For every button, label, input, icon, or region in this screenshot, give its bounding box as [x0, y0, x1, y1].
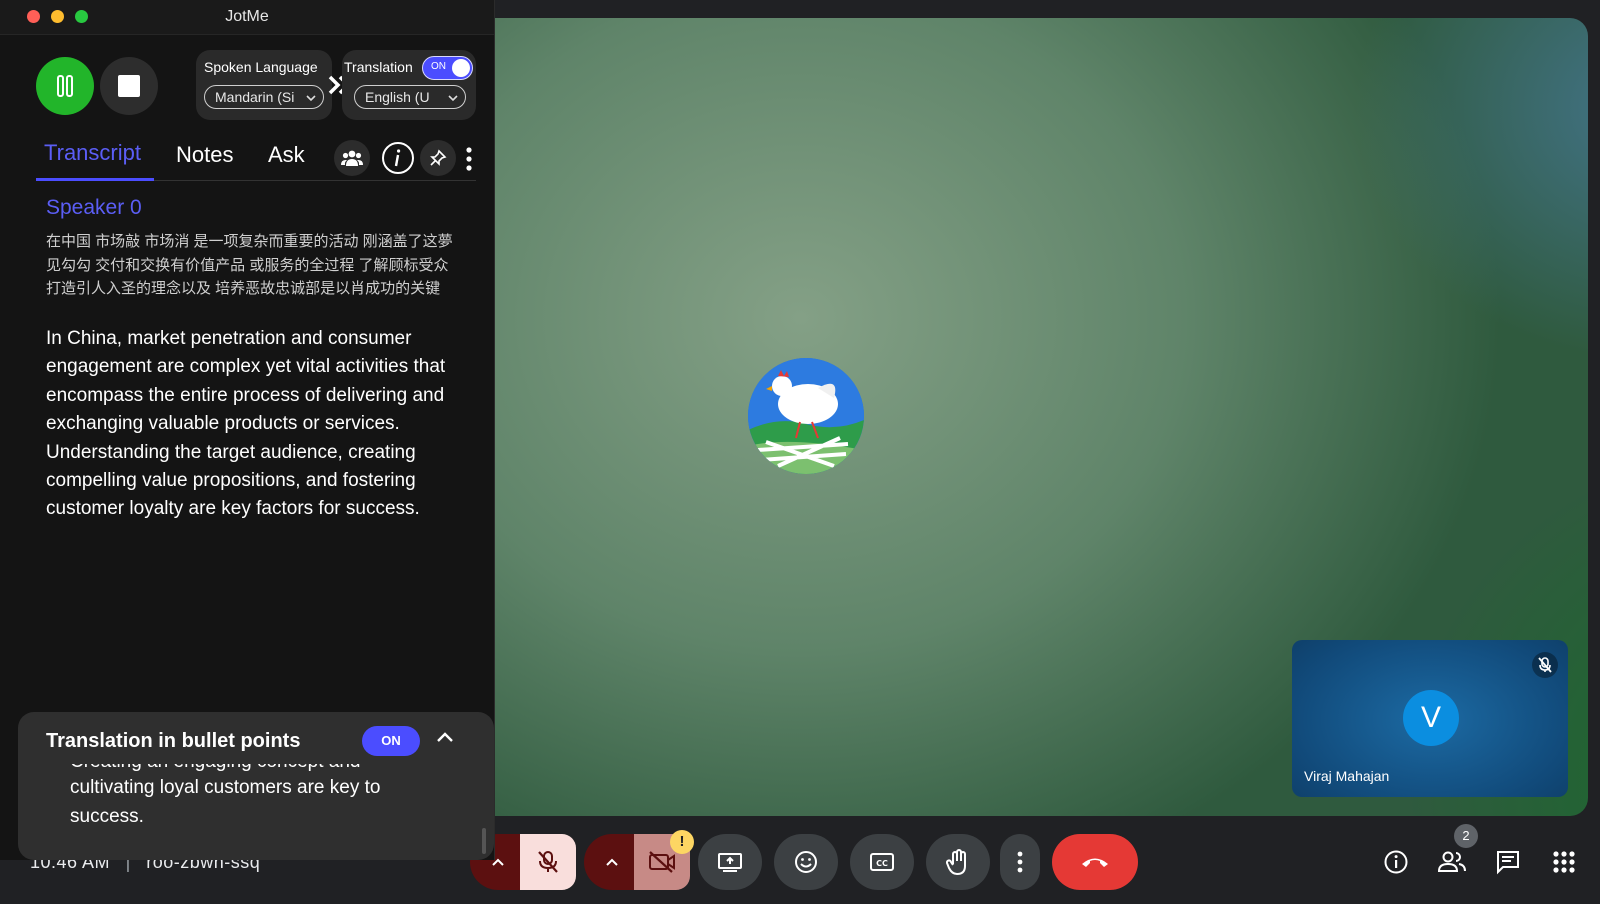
bullet-points-panel: Translation in bullet points ON Creating…	[18, 712, 494, 860]
pin-button[interactable]	[420, 140, 456, 176]
avatar: V	[1403, 690, 1459, 746]
tab-transcript[interactable]: Transcript	[44, 140, 141, 166]
spoken-language-value: Mandarin (Si	[215, 89, 295, 105]
activities-icon	[1553, 851, 1575, 873]
info-icon	[382, 142, 414, 174]
raise-hand-icon	[946, 849, 966, 876]
people-button[interactable]	[1436, 846, 1468, 878]
mic-off-icon	[538, 851, 558, 873]
emoji-icon	[795, 851, 817, 873]
chat-button[interactable]	[1492, 846, 1524, 878]
captions-icon: CC	[870, 853, 894, 871]
pause-icon	[57, 75, 73, 97]
bullet-partial-line: Creating an engaging concept and	[70, 764, 390, 774]
stop-icon	[118, 75, 140, 97]
scrollbar[interactable]	[482, 828, 486, 854]
mic-off-icon	[1532, 652, 1558, 678]
chat-icon	[1497, 851, 1519, 875]
bullet-point-text: cultivating loyal customers are key to s…	[70, 777, 381, 827]
participant-avatar	[748, 358, 864, 474]
chevron-up-icon	[437, 732, 453, 742]
translation-label: Translation	[344, 59, 413, 75]
speakers-button[interactable]	[334, 140, 370, 176]
chevron-up-icon	[606, 858, 618, 866]
chevron-down-icon	[306, 86, 316, 108]
activities-button[interactable]	[1548, 846, 1580, 878]
camera-warning-badge: !	[670, 830, 694, 854]
info-button[interactable]	[380, 140, 416, 176]
pause-button[interactable]	[36, 57, 94, 115]
emoji-button[interactable]	[774, 834, 838, 890]
transcript-translated-text: In China, market penetration and consume…	[46, 328, 446, 520]
app-title: JotMe	[225, 8, 269, 25]
mic-toggle-button[interactable]	[520, 834, 576, 890]
translation-toggle-label: ON	[431, 61, 446, 72]
target-language-value: English (U	[365, 89, 430, 105]
present-button[interactable]	[698, 834, 762, 890]
participants-count-badge: 2	[1454, 824, 1478, 848]
toggle-knob	[452, 59, 470, 77]
tab-ask[interactable]: Ask	[268, 142, 305, 168]
stop-button[interactable]	[100, 57, 158, 115]
svg-text:CC: CC	[876, 859, 888, 868]
title-bar: JotMe	[0, 0, 494, 35]
target-language-select[interactable]: English (U	[354, 85, 466, 109]
camera-off-icon	[649, 851, 675, 873]
video-options-button[interactable]	[584, 834, 640, 890]
end-call-button[interactable]	[1052, 834, 1138, 890]
end-call-icon	[1082, 858, 1108, 867]
spoken-language-box: Spoken Language Mandarin (Si	[196, 50, 332, 120]
spoken-language-select[interactable]: Mandarin (Si	[204, 85, 324, 109]
chevron-down-icon	[448, 86, 458, 108]
pin-icon	[430, 149, 447, 166]
panel-more-button[interactable]	[466, 147, 472, 176]
more-icon	[466, 147, 472, 171]
active-tab-indicator	[36, 178, 154, 181]
people-icon	[341, 150, 363, 166]
transcript-original-text: 在中国 市场敲 市场消 是一项复杂而重要的活动 刚涵盖了这夢见勾勾 交付和交换有…	[46, 233, 453, 297]
more-options-button[interactable]	[1000, 834, 1040, 890]
participants-icon	[1437, 851, 1466, 872]
raise-hand-button[interactable]	[926, 834, 990, 890]
spoken-language-label: Spoken Language	[204, 59, 318, 75]
jotme-window: JotMe Spoken Language Mandarin (Si Trans…	[0, 0, 495, 860]
captions-button[interactable]: CC	[850, 834, 914, 890]
self-video-tile[interactable]: V Viraj Mahajan	[1292, 640, 1568, 797]
tab-notes[interactable]: Notes	[176, 142, 233, 168]
participant-name: Viraj Mahajan	[1304, 768, 1390, 784]
info-icon	[1384, 850, 1408, 874]
more-icon	[1017, 851, 1023, 873]
meeting-details-button[interactable]	[1380, 846, 1412, 878]
translation-toggle[interactable]: ON	[422, 56, 473, 80]
bullet-points-toggle[interactable]: ON	[362, 726, 420, 756]
bullet-panel-title: Translation in bullet points	[46, 730, 301, 752]
speaker-label: Speaker 0	[46, 196, 142, 219]
present-icon	[718, 853, 742, 872]
collapse-button[interactable]	[436, 730, 454, 749]
